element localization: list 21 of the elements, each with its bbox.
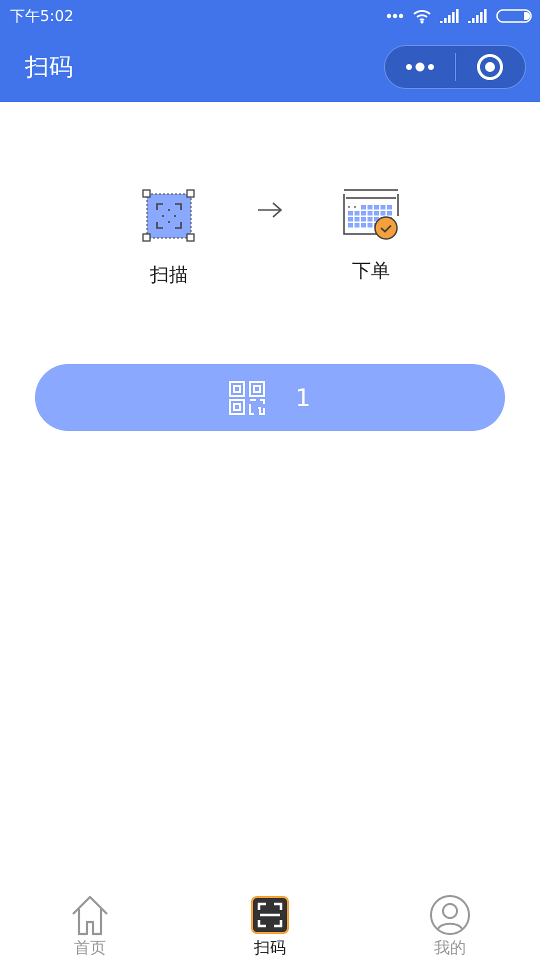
arrow-icon bbox=[257, 202, 283, 218]
signal-icon bbox=[440, 9, 460, 23]
step-label: 扫描 bbox=[150, 263, 188, 288]
tab[interactable]: 首页 bbox=[0, 880, 180, 960]
tab[interactable]: 我的 bbox=[360, 880, 540, 960]
more-icon[interactable] bbox=[404, 62, 435, 72]
scan-icon bbox=[250, 894, 290, 936]
qr-code-icon bbox=[229, 380, 266, 414]
dots-icon bbox=[386, 13, 404, 19]
status-time: 下午5:02 bbox=[10, 6, 74, 26]
wifi-icon bbox=[412, 8, 432, 24]
step-label: 下单 bbox=[352, 259, 390, 284]
person-icon bbox=[429, 894, 471, 936]
scan-frame-icon bbox=[141, 188, 197, 244]
signal-icon bbox=[468, 9, 488, 23]
scan-button[interactable]: 1 bbox=[35, 364, 505, 431]
tab[interactable]: 扫码 bbox=[180, 880, 360, 960]
home-icon bbox=[70, 894, 110, 936]
battery-icon bbox=[496, 9, 532, 23]
page-title: 扫码 bbox=[25, 52, 73, 83]
calendar-check-icon bbox=[342, 188, 400, 240]
